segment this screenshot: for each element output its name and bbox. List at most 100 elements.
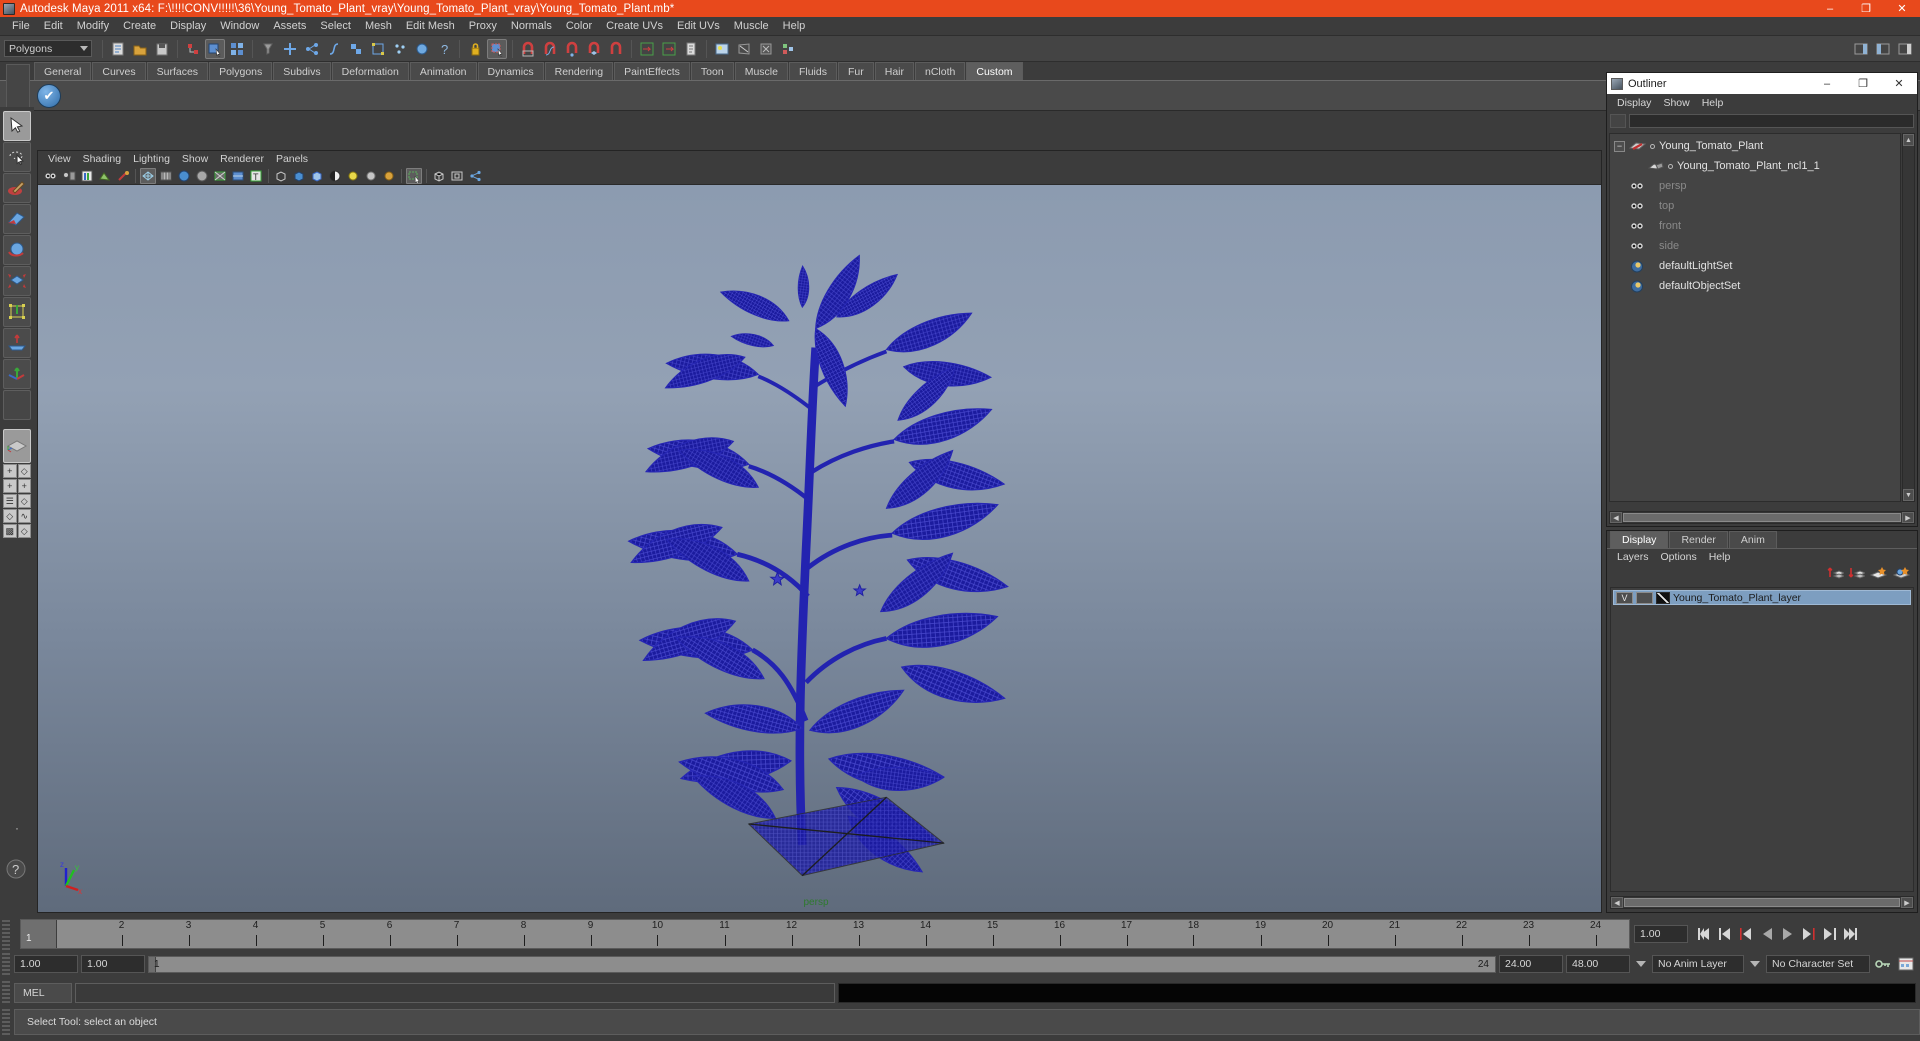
paint-select-tool[interactable]: [3, 173, 31, 203]
command-output-field[interactable]: [838, 983, 1916, 1003]
layout-cell-hypershade[interactable]: ▩: [3, 524, 17, 538]
shelf-tab-curves[interactable]: Curves: [92, 62, 146, 80]
layer-tab-display[interactable]: Display: [1610, 531, 1669, 548]
layout-cell-plus-a[interactable]: +: [3, 464, 17, 478]
shelf-tab-painteffects[interactable]: PaintEffects: [614, 62, 690, 80]
auto-key-icon[interactable]: [1873, 958, 1893, 971]
misc-mask-icon[interactable]: ?: [434, 39, 454, 59]
highlight-selection-mode-icon[interactable]: [487, 38, 507, 59]
outliner-item[interactable]: defaultLightSet: [1610, 256, 1900, 276]
xray-selection-icon[interactable]: [406, 167, 422, 184]
help-line-grip[interactable]: [2, 1009, 10, 1035]
layer-tab-anim[interactable]: Anim: [1728, 531, 1777, 548]
menu-help[interactable]: Help: [776, 18, 813, 34]
layer-menu-options[interactable]: Options: [1655, 550, 1703, 564]
layer-scroll-left-icon[interactable]: ◀: [1611, 897, 1623, 908]
menu-edit-mesh[interactable]: Edit Mesh: [399, 18, 462, 34]
outliner-item[interactable]: side: [1610, 236, 1900, 256]
shelf-tab-surfaces[interactable]: Surfaces: [146, 62, 209, 80]
step-back-frame-icon[interactable]: [1736, 924, 1756, 944]
light-yellow-icon[interactable]: [345, 168, 361, 184]
menu-normals[interactable]: Normals: [504, 18, 559, 34]
open-scene-icon[interactable]: [130, 39, 150, 59]
snap-to-grid-icon[interactable]: [518, 39, 538, 59]
layout-cell-persp-c[interactable]: ◇: [3, 509, 17, 523]
viewport-menu-show[interactable]: Show: [176, 152, 214, 166]
bookmark-icon[interactable]: [79, 168, 95, 184]
camera-attributes-icon[interactable]: [61, 168, 77, 184]
select-camera-icon[interactable]: [43, 168, 59, 184]
shelf-tab-toon[interactable]: Toon: [690, 62, 734, 80]
current-time-indicator[interactable]: 1: [21, 920, 57, 948]
snap-to-point-icon[interactable]: [562, 39, 582, 59]
shadows-icon[interactable]: [327, 168, 343, 184]
range-start-time-field[interactable]: 1.00: [81, 955, 145, 973]
wireframe-shading-icon[interactable]: [140, 167, 156, 184]
rendering-mask-icon[interactable]: [412, 39, 432, 59]
light-amber-icon[interactable]: [381, 168, 397, 184]
shelf-tab-animation[interactable]: Animation: [409, 62, 477, 80]
command-language-button[interactable]: MEL: [14, 983, 72, 1003]
construction-history-icon[interactable]: [681, 39, 701, 59]
shelf-tab-polygons[interactable]: Polygons: [209, 62, 273, 80]
input-connections-icon[interactable]: [637, 39, 657, 59]
render-current-frame-icon[interactable]: [734, 39, 754, 59]
layer-scroll-right-icon[interactable]: ▶: [1901, 897, 1913, 908]
output-connections-icon[interactable]: [659, 39, 679, 59]
outliner-item[interactable]: persp: [1610, 176, 1900, 196]
outliner-item[interactable]: defaultObjectSet: [1610, 276, 1900, 296]
light-grey-icon[interactable]: [363, 168, 379, 184]
minimize-button[interactable]: –: [1812, 0, 1848, 17]
deformation-mask-icon[interactable]: [368, 39, 388, 59]
flat-shade-icon[interactable]: [194, 168, 210, 184]
menu-create[interactable]: Create: [116, 18, 163, 34]
step-forward-frame-icon[interactable]: [1799, 924, 1819, 944]
command-line-grip[interactable]: [2, 981, 10, 1005]
menu-file[interactable]: File: [5, 18, 37, 34]
step-back-keyframe-icon[interactable]: [1715, 924, 1735, 944]
smooth-shade-selected-icon[interactable]: [176, 168, 192, 184]
show-channel-box-icon[interactable]: [1895, 39, 1915, 59]
go-to-end-icon[interactable]: [1841, 924, 1861, 944]
viewport-menu-panels[interactable]: Panels: [270, 152, 314, 166]
maximize-button[interactable]: ❐: [1848, 0, 1884, 17]
outliner-item[interactable]: Young_Tomato_Plant_ncl1_1: [1610, 156, 1900, 176]
time-slider[interactable]: 123456789101112131415161718192021222324 …: [20, 919, 1630, 949]
four-view-layout[interactable]: + ◇ + +: [3, 464, 31, 493]
move-layer-up-icon[interactable]: [1827, 565, 1846, 583]
scroll-up-icon[interactable]: ▲: [1903, 134, 1914, 146]
scroll-down-icon[interactable]: ▼: [1903, 489, 1914, 501]
textured-icon[interactable]: [230, 168, 246, 184]
animation-end-time-field[interactable]: 48.00: [1566, 955, 1630, 973]
menu-select[interactable]: Select: [313, 18, 358, 34]
menu-edit[interactable]: Edit: [37, 18, 70, 34]
lock-selection-icon[interactable]: [465, 39, 485, 59]
viewport-menu-view[interactable]: View: [42, 152, 77, 166]
toolbox-more-icon[interactable]: ·: [3, 821, 31, 835]
select-by-object-type-icon[interactable]: [205, 38, 225, 59]
two-d-pan-zoom-icon[interactable]: [115, 168, 131, 184]
move-layer-down-icon[interactable]: [1848, 565, 1867, 583]
command-input-field[interactable]: [75, 983, 835, 1003]
outliner-item[interactable]: − Young_Tomato_Plant: [1610, 136, 1900, 156]
hypershade-persp-layout[interactable]: ▩ ◇: [3, 524, 31, 538]
use-default-lighting-icon[interactable]: [291, 168, 307, 184]
shade-options-icon[interactable]: [212, 168, 228, 184]
viewport-menu-renderer[interactable]: Renderer: [214, 152, 270, 166]
outliner-menu-display[interactable]: Display: [1611, 96, 1657, 110]
universal-manipulator-tool[interactable]: [3, 297, 31, 327]
menu-create-uvs[interactable]: Create UVs: [599, 18, 670, 34]
ipr-render-icon[interactable]: [756, 39, 776, 59]
go-to-start-icon[interactable]: [1694, 924, 1714, 944]
outliner-item[interactable]: front: [1610, 216, 1900, 236]
snap-to-view-plane-icon[interactable]: [606, 39, 626, 59]
shelf-tab-hair[interactable]: Hair: [874, 62, 914, 80]
save-scene-icon[interactable]: [152, 39, 172, 59]
outliner-minimize-button[interactable]: –: [1809, 73, 1845, 94]
outliner-item[interactable]: top: [1610, 196, 1900, 216]
move-tool[interactable]: [3, 204, 31, 234]
menu-proxy[interactable]: Proxy: [462, 18, 504, 34]
layer-tab-render[interactable]: Render: [1669, 531, 1728, 548]
snap-to-plane-icon[interactable]: [584, 39, 604, 59]
outliner-hscroll-thumb[interactable]: [1623, 513, 1901, 522]
